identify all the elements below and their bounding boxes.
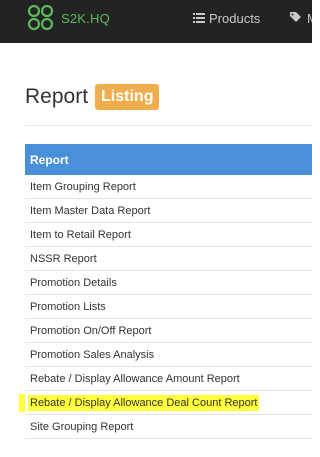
- report-link[interactable]: Item to Retail Report: [30, 229, 131, 241]
- report-link[interactable]: Promotion Details: [30, 277, 117, 289]
- header-divider: [25, 125, 312, 126]
- report-link[interactable]: Promotion Sales Analysis: [30, 349, 154, 361]
- report-table: Report Item Grouping Report Item Master D…: [25, 144, 312, 439]
- table-row[interactable]: Site Grouping Report: [25, 415, 312, 439]
- table-row[interactable]: Promotion Sales Analysis: [25, 343, 312, 367]
- table-row[interactable]: Promotion Details: [25, 271, 312, 295]
- table-header-report[interactable]: Report: [25, 144, 312, 175]
- nav-products[interactable]: Products: [193, 9, 260, 27]
- report-link[interactable]: Rebate / Display Allowance Amount Report: [30, 373, 240, 385]
- table-row[interactable]: Promotion Lists: [25, 295, 312, 319]
- table-row[interactable]: Promotion On/Off Report: [25, 319, 312, 343]
- report-link[interactable]: Promotion Lists: [30, 301, 106, 313]
- table-row[interactable]: Rebate / Display Allowance Amount Report: [25, 367, 312, 391]
- list-icon: [193, 11, 205, 26]
- report-link[interactable]: Site Grouping Report: [30, 421, 133, 433]
- report-link[interactable]: Item Master Data Report: [30, 205, 150, 217]
- brand-link[interactable]: S2K.HQ: [27, 4, 110, 32]
- brand-name: S2K.HQ: [61, 10, 110, 26]
- brand-logo-icon: [27, 4, 55, 32]
- table-row[interactable]: Item to Retail Report: [25, 223, 312, 247]
- nav-products-label: Products: [209, 10, 261, 26]
- report-link[interactable]: Item Grouping Report: [30, 181, 136, 193]
- page-header: Report Listing: [25, 84, 160, 110]
- table-row[interactable]: Item Grouping Report: [25, 175, 312, 199]
- nav-item-m-label: M: [307, 11, 312, 26]
- report-link[interactable]: Rebate / Display Allowance Deal Count Re…: [30, 396, 258, 409]
- highlight-marker: [19, 394, 25, 412]
- top-navbar: S2K.HQ Products M: [0, 0, 312, 43]
- tags-icon: [289, 11, 303, 26]
- listing-badge: Listing: [95, 84, 160, 110]
- report-link[interactable]: Promotion On/Off Report: [30, 325, 151, 337]
- table-row[interactable]: Item Master Data Report: [25, 199, 312, 223]
- table-row[interactable]: NSSR Report: [25, 247, 312, 271]
- page-title: Report: [25, 84, 89, 108]
- table-row[interactable]: Rebate / Display Allowance Deal Count Re…: [25, 391, 312, 415]
- nav-item-m[interactable]: M: [289, 9, 312, 27]
- report-link[interactable]: NSSR Report: [30, 253, 97, 265]
